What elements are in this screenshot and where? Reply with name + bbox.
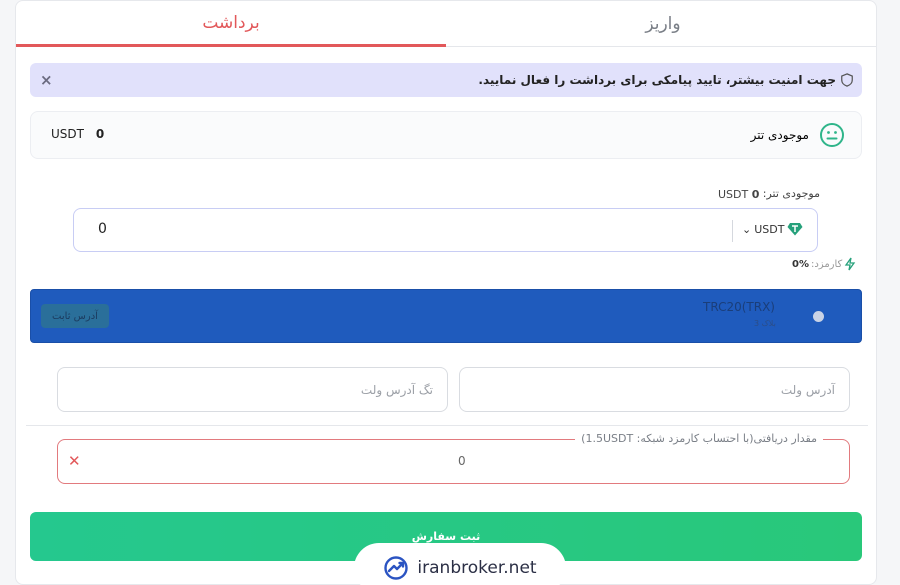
wallet-address-field[interactable]: آدرس ولت [459,367,850,412]
chart-logo-icon [384,556,409,580]
available-currency: USDT [718,188,749,201]
balance-amount: 0 [95,127,105,141]
watermark: iranbroker.net [354,543,566,585]
divider [26,425,868,426]
tab-withdraw[interactable]: برداشت [16,1,446,47]
smile-icon [820,123,844,147]
balance-currency: USDT [51,127,84,141]
alert-text: جهت امنیت بیشتر، تایید پیامکی برای برداش… [478,73,836,87]
network-confirmations: 3 بلاک [754,319,776,328]
close-icon[interactable]: × [40,71,53,89]
amount-value[interactable]: 0 [98,221,107,237]
balance-label: موجودی تتر [750,128,809,142]
tab-bar: واریز برداشت [16,1,876,47]
chevron-down-icon: ⌄ [742,222,752,236]
watermark-text: iranbroker.net [417,558,537,578]
receive-value: 0 [458,454,466,468]
balance-box: موجودی تتر USDT 0 [30,111,862,159]
currency-selector[interactable]: ⌄ USDT [742,222,803,236]
lightning-icon [845,257,856,271]
network-radio[interactable] [813,311,824,322]
fee-value: 0% [792,258,809,270]
fee-label: کارمزد: [810,258,843,270]
amount-input[interactable]: 0 ⌄ USDT [73,208,818,252]
tab-deposit[interactable]: واریز [448,1,876,47]
tether-icon [787,223,803,236]
clear-icon[interactable]: ✕ [68,452,81,470]
security-alert: جهت امنیت بیشتر، تایید پیامکی برای برداش… [30,63,862,97]
input-separator [732,220,733,242]
receive-label: مقدار دریافتی(با احتساب کارمزد شبکه: 1.5… [575,432,823,445]
wallet-tag-field[interactable]: تگ آدرس ولت [57,367,448,412]
receive-amount-field: مقدار دریافتی(با احتساب کارمزد شبکه: 1.5… [57,432,850,484]
currency-label: USDT [754,222,785,236]
shield-icon [841,73,853,87]
withdraw-card: واریز برداشت جهت امنیت بیشتر، تایید پیام… [15,0,877,585]
available-value: USDT 0 [718,188,759,201]
network-option[interactable]: TRC20(TRX) 3 بلاک آدرس ثابت [30,289,862,343]
fee-info: کارمزد: 0% [792,257,856,271]
available-label: موجودی تتر: [762,187,820,200]
balance-value: USDT 0 [51,127,104,141]
fixed-address-badge: آدرس ثابت [41,304,109,328]
available-amount: 0 [751,188,760,201]
network-name: TRC20(TRX) [703,300,775,314]
